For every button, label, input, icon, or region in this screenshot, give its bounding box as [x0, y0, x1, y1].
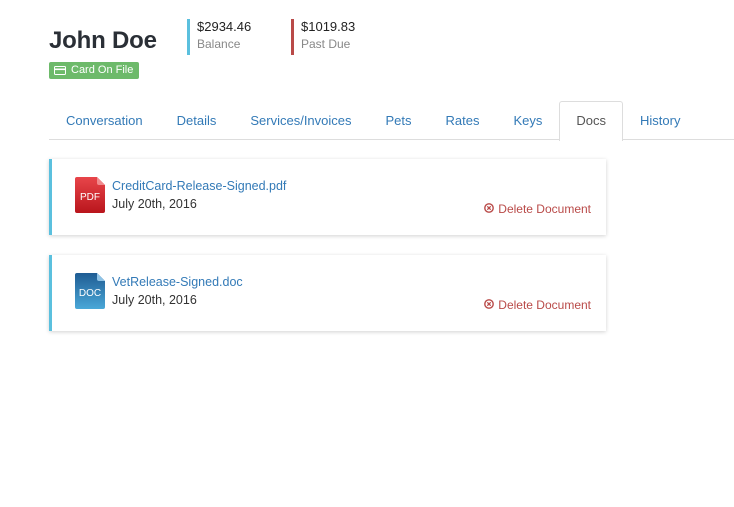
- tab-pets[interactable]: Pets: [369, 101, 429, 140]
- balance-amount: $2934.46: [197, 19, 252, 34]
- pdf-file-icon: PDF: [75, 177, 105, 213]
- customer-name: John Doe: [49, 27, 157, 54]
- card-on-file-badge: Card On File: [49, 62, 140, 79]
- delete-document-label: Delete Document: [498, 202, 591, 216]
- past-due-stat: $1019.83 Past Due: [291, 19, 355, 55]
- customer-tabs: Conversation Details Services/Invoices P…: [49, 101, 734, 141]
- document-date: July 20th, 2016: [112, 197, 197, 211]
- credit-card-icon: [54, 66, 66, 75]
- tab-conversation[interactable]: Conversation: [49, 101, 160, 140]
- delete-document-label: Delete Document: [498, 298, 591, 312]
- doc-icon-text: DOC: [79, 288, 101, 299]
- document-card: PDF CreditCard-Release-Signed.pdf July 2…: [49, 159, 606, 235]
- past-due-amount: $1019.83: [301, 19, 356, 34]
- document-date: July 20th, 2016: [112, 293, 197, 307]
- document-link[interactable]: VetRelease-Signed.doc: [112, 275, 243, 289]
- remove-circle-icon: [484, 298, 495, 312]
- tab-keys[interactable]: Keys: [497, 101, 560, 140]
- remove-circle-icon: [484, 202, 495, 216]
- delete-document-button[interactable]: Delete Document: [484, 298, 591, 312]
- balance-label: Balance: [197, 37, 241, 51]
- document-link[interactable]: CreditCard-Release-Signed.pdf: [112, 179, 286, 193]
- tab-details[interactable]: Details: [160, 101, 234, 140]
- pdf-icon-text: PDF: [80, 192, 100, 203]
- doc-file-icon: DOC: [75, 273, 105, 309]
- tab-history[interactable]: History: [623, 101, 697, 140]
- delete-document-button[interactable]: Delete Document: [484, 202, 591, 216]
- past-due-label: Past Due: [301, 37, 351, 51]
- tab-rates[interactable]: Rates: [429, 101, 497, 140]
- tab-docs[interactable]: Docs: [559, 101, 624, 141]
- balance-stat: $2934.46 Balance: [187, 19, 251, 55]
- tab-services-invoices[interactable]: Services/Invoices: [233, 101, 368, 140]
- card-badge-label: Card On File: [71, 64, 134, 76]
- document-card: DOC VetRelease-Signed.doc July 20th, 201…: [49, 255, 606, 331]
